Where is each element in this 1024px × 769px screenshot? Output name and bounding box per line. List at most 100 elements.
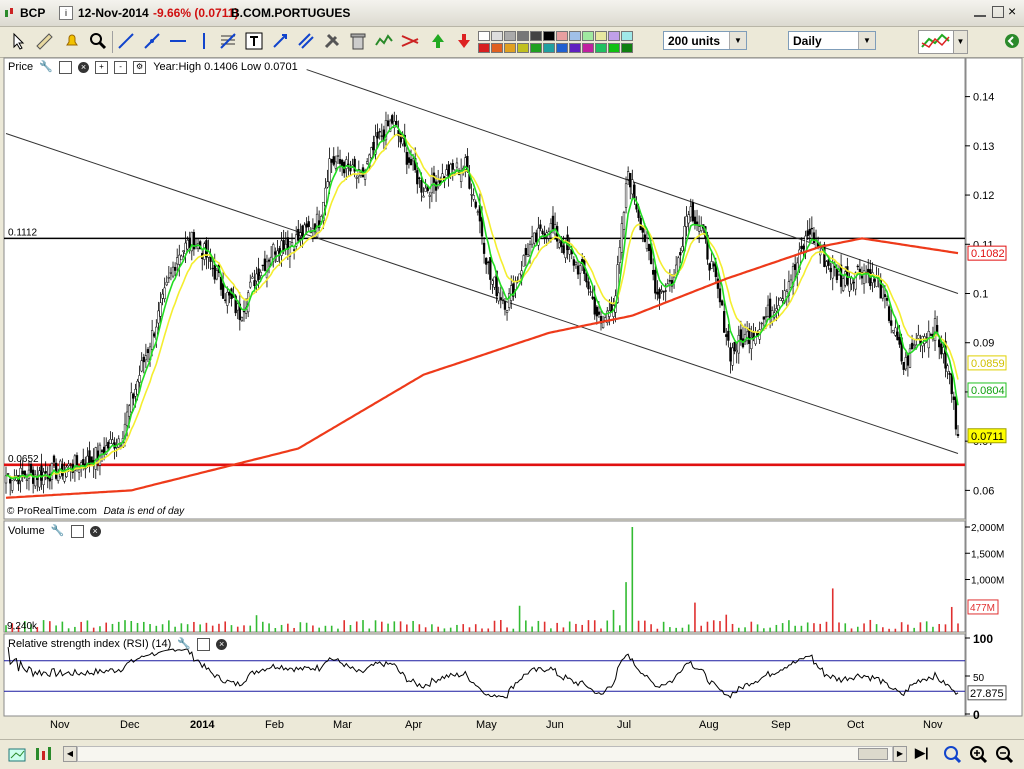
chevron-down-icon[interactable]: ▼ (953, 30, 968, 54)
candle-body (604, 317, 607, 321)
color-swatch[interactable] (491, 31, 503, 41)
window-icon[interactable] (58, 60, 72, 74)
color-swatch[interactable] (582, 31, 594, 41)
wrench-icon[interactable]: 🔧 (39, 61, 53, 73)
pattern-icon[interactable] (374, 31, 394, 51)
close-icon[interactable]: × (89, 525, 101, 537)
color-swatch[interactable] (517, 43, 529, 53)
window-icon[interactable] (197, 637, 211, 651)
fibonacci-icon[interactable] (218, 31, 238, 51)
line-icon[interactable] (116, 31, 136, 51)
candle-body (338, 159, 342, 164)
x-axis-label: Dec (120, 719, 140, 731)
close-icon[interactable]: × (1008, 3, 1016, 19)
candle-body (510, 285, 513, 301)
color-swatch[interactable] (491, 43, 503, 53)
settings-icon[interactable]: ⚙ (133, 60, 147, 74)
candle-body (489, 257, 492, 280)
volume-bar (788, 620, 790, 632)
horizontal-line-icon[interactable] (168, 31, 188, 51)
close-icon[interactable]: × (77, 61, 89, 73)
candle-body (558, 242, 561, 248)
volume-bar (299, 622, 302, 632)
zoom-in-icon[interactable]: + (95, 60, 109, 74)
color-swatch[interactable] (608, 31, 620, 41)
volume-bar (925, 621, 928, 632)
color-swatch[interactable] (569, 43, 581, 53)
candle-body (267, 259, 271, 262)
window-icon[interactable] (70, 524, 84, 538)
color-swatch[interactable] (569, 31, 581, 41)
indicator-list-icon[interactable] (34, 745, 56, 763)
candle-body (735, 349, 738, 352)
maximize-icon[interactable] (992, 6, 1004, 18)
zoom-fit-icon[interactable] (942, 744, 962, 764)
color-swatch[interactable] (621, 31, 633, 41)
units-select[interactable]: 200 units ▼ (663, 31, 747, 50)
cursor-icon[interactable] (8, 31, 28, 51)
tools-icon[interactable] (322, 31, 342, 51)
color-swatch[interactable] (582, 43, 594, 53)
color-swatch[interactable] (543, 43, 555, 53)
scrollbar-thumb[interactable] (858, 748, 888, 760)
candle-body (637, 209, 640, 218)
candle-body (169, 272, 173, 274)
color-swatch[interactable] (621, 43, 633, 53)
candle-body (422, 195, 425, 198)
trash-icon[interactable] (348, 31, 368, 51)
trendline-icon[interactable] (142, 31, 162, 51)
color-swatch[interactable] (556, 43, 568, 53)
vertical-line-icon[interactable] (194, 31, 214, 51)
color-swatch[interactable] (504, 43, 516, 53)
channel-icon[interactable] (296, 31, 316, 51)
candle-body (332, 156, 335, 165)
sell-arrow-icon[interactable] (454, 31, 474, 51)
chevron-down-icon[interactable]: ▼ (729, 32, 746, 49)
color-swatch[interactable] (608, 43, 620, 53)
candle-body (263, 258, 267, 271)
arrows-icon[interactable] (270, 31, 290, 51)
chart-area[interactable]: 0.11120.0652 9,240k 0.060.070.080.090.10… (0, 57, 1024, 737)
color-swatch[interactable] (543, 31, 555, 41)
chevron-down-icon[interactable]: ▼ (858, 32, 875, 49)
chart-type-icon[interactable] (4, 7, 14, 19)
zoom-out-icon[interactable]: - (114, 60, 128, 74)
minimize-icon[interactable] (974, 7, 986, 17)
candle-body (470, 194, 473, 196)
color-palette[interactable] (478, 29, 633, 55)
color-swatch[interactable] (595, 31, 607, 41)
wrench-icon[interactable]: 🔧 (177, 638, 191, 650)
alarm-icon[interactable] (62, 31, 82, 51)
last-bar-icon[interactable]: ▶| (915, 745, 929, 761)
color-swatch[interactable] (517, 31, 529, 41)
color-swatch[interactable] (504, 31, 516, 41)
zoom-out-icon[interactable] (994, 744, 1014, 764)
pattern2-icon[interactable] (400, 31, 420, 51)
close-icon[interactable]: × (216, 638, 228, 650)
buy-arrow-icon[interactable] (428, 31, 448, 51)
time-scrollbar[interactable] (77, 746, 893, 762)
zoom-in-icon[interactable] (968, 744, 988, 764)
color-swatch[interactable] (530, 31, 542, 41)
indicators-icon[interactable] (918, 30, 954, 54)
chart-settings-icon[interactable] (8, 745, 28, 763)
color-swatch[interactable] (595, 43, 607, 53)
info-icon[interactable]: i (59, 6, 73, 20)
wrench-icon[interactable]: 🔧 (51, 525, 65, 537)
scroll-left-icon[interactable]: ◀ (63, 746, 77, 762)
color-swatch[interactable] (530, 43, 542, 53)
color-swatch[interactable] (556, 31, 568, 41)
zoom-icon[interactable] (88, 31, 108, 51)
candle-body (530, 236, 534, 245)
color-swatch[interactable] (478, 43, 490, 53)
x-axis-label: 2014 (190, 719, 215, 731)
ruler-icon[interactable] (34, 31, 54, 51)
scroll-right-icon[interactable]: ▶ (893, 746, 907, 762)
period-select[interactable]: Daily ▼ (788, 31, 876, 50)
color-swatch[interactable] (478, 31, 490, 41)
collapse-panel-icon[interactable] (1003, 31, 1021, 51)
price-panel[interactable] (3, 57, 966, 520)
volume-panel[interactable] (3, 520, 966, 633)
volume-bar (380, 621, 383, 632)
text-icon[interactable] (244, 31, 264, 51)
